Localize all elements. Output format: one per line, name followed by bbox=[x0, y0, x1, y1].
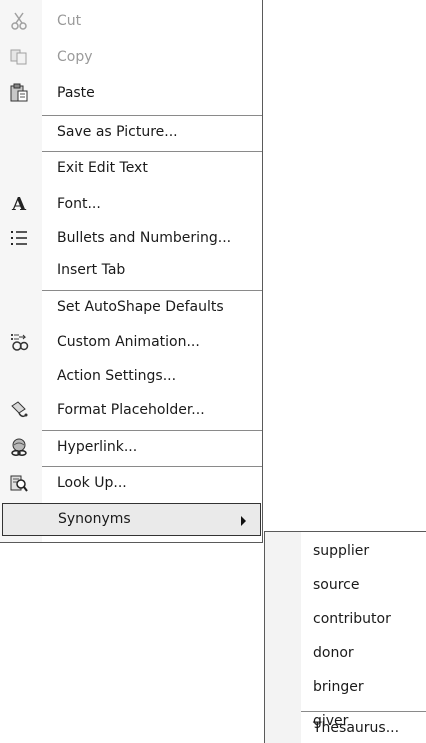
menu-item-set-autoshape-defaults[interactable]: Set AutoShape Defaults bbox=[0, 290, 262, 324]
submenu-arrow-icon bbox=[241, 516, 246, 526]
menu-item-label: Paste bbox=[57, 85, 95, 101]
menu-item-font[interactable]: A Font... bbox=[0, 187, 262, 221]
bullets-icon bbox=[8, 227, 30, 249]
menu-item-label: Cut bbox=[57, 13, 82, 29]
menu-item-exit-edit-text[interactable]: Exit Edit Text bbox=[0, 151, 262, 185]
menu-item-bullets-and-numbering[interactable]: Bullets and Numbering... bbox=[0, 221, 262, 255]
font-icon: A bbox=[12, 193, 26, 215]
menu-item-label: Exit Edit Text bbox=[57, 160, 148, 176]
menu-item-label: Insert Tab bbox=[57, 262, 126, 278]
synonym-label: donor bbox=[313, 645, 354, 661]
synonym-label: supplier bbox=[313, 543, 370, 559]
synonym-item[interactable]: bringer bbox=[265, 670, 426, 704]
menu-item-label: Hyperlink... bbox=[57, 439, 138, 455]
synonym-item[interactable]: donor bbox=[265, 636, 426, 670]
format-placeholder-icon bbox=[8, 399, 30, 421]
menu-item-hyperlink[interactable]: Hyperlink... bbox=[0, 430, 262, 464]
paste-icon bbox=[8, 82, 30, 104]
menu-item-label: Font... bbox=[57, 196, 101, 212]
menu-item-label: Set AutoShape Defaults bbox=[57, 299, 224, 315]
synonyms-submenu: supplier source contributor donor bringe… bbox=[264, 531, 426, 743]
menu-item-cut[interactable]: Cut bbox=[0, 4, 262, 38]
synonym-item[interactable]: supplier bbox=[265, 534, 426, 568]
scissors-icon bbox=[8, 10, 30, 32]
menu-item-copy[interactable]: Copy bbox=[0, 40, 262, 74]
menu-item-label: Look Up... bbox=[57, 475, 127, 491]
menu-item-label: Save as Picture... bbox=[57, 124, 178, 140]
context-menu: Cut Copy Paste Save as Picture... Exit E… bbox=[0, 0, 263, 543]
menu-item-label: Custom Animation... bbox=[57, 334, 200, 350]
menu-item-label: Format Placeholder... bbox=[57, 402, 205, 418]
menu-item-synonyms[interactable]: Synonyms bbox=[2, 503, 261, 536]
menu-item-label: Synonyms bbox=[58, 511, 131, 527]
menu-item-insert-tab[interactable]: Insert Tab bbox=[0, 253, 262, 287]
menu-item-label: Copy bbox=[57, 49, 93, 65]
synonym-label: bringer bbox=[313, 679, 364, 695]
synonym-label: source bbox=[313, 577, 360, 593]
look-up-icon bbox=[8, 472, 30, 494]
menu-item-look-up[interactable]: Look Up... bbox=[0, 466, 262, 500]
synonym-label: Thesaurus... bbox=[313, 720, 400, 736]
synonym-item[interactable]: contributor bbox=[265, 602, 426, 636]
menu-item-paste[interactable]: Paste bbox=[0, 76, 262, 110]
menu-item-action-settings[interactable]: Action Settings... bbox=[0, 359, 262, 393]
hyperlink-icon bbox=[8, 436, 30, 458]
synonym-item[interactable]: source bbox=[265, 568, 426, 602]
menu-item-format-placeholder[interactable]: Format Placeholder... bbox=[0, 393, 262, 427]
copy-icon bbox=[8, 46, 30, 68]
menu-item-label: Bullets and Numbering... bbox=[57, 230, 232, 246]
menu-item-custom-animation[interactable]: Custom Animation... bbox=[0, 325, 262, 359]
menu-item-thesaurus[interactable]: Thesaurus... bbox=[265, 712, 426, 743]
synonym-label: contributor bbox=[313, 611, 391, 627]
menu-item-save-as-picture[interactable]: Save as Picture... bbox=[0, 115, 262, 149]
custom-animation-icon bbox=[8, 331, 30, 353]
menu-item-label: Action Settings... bbox=[57, 368, 177, 384]
